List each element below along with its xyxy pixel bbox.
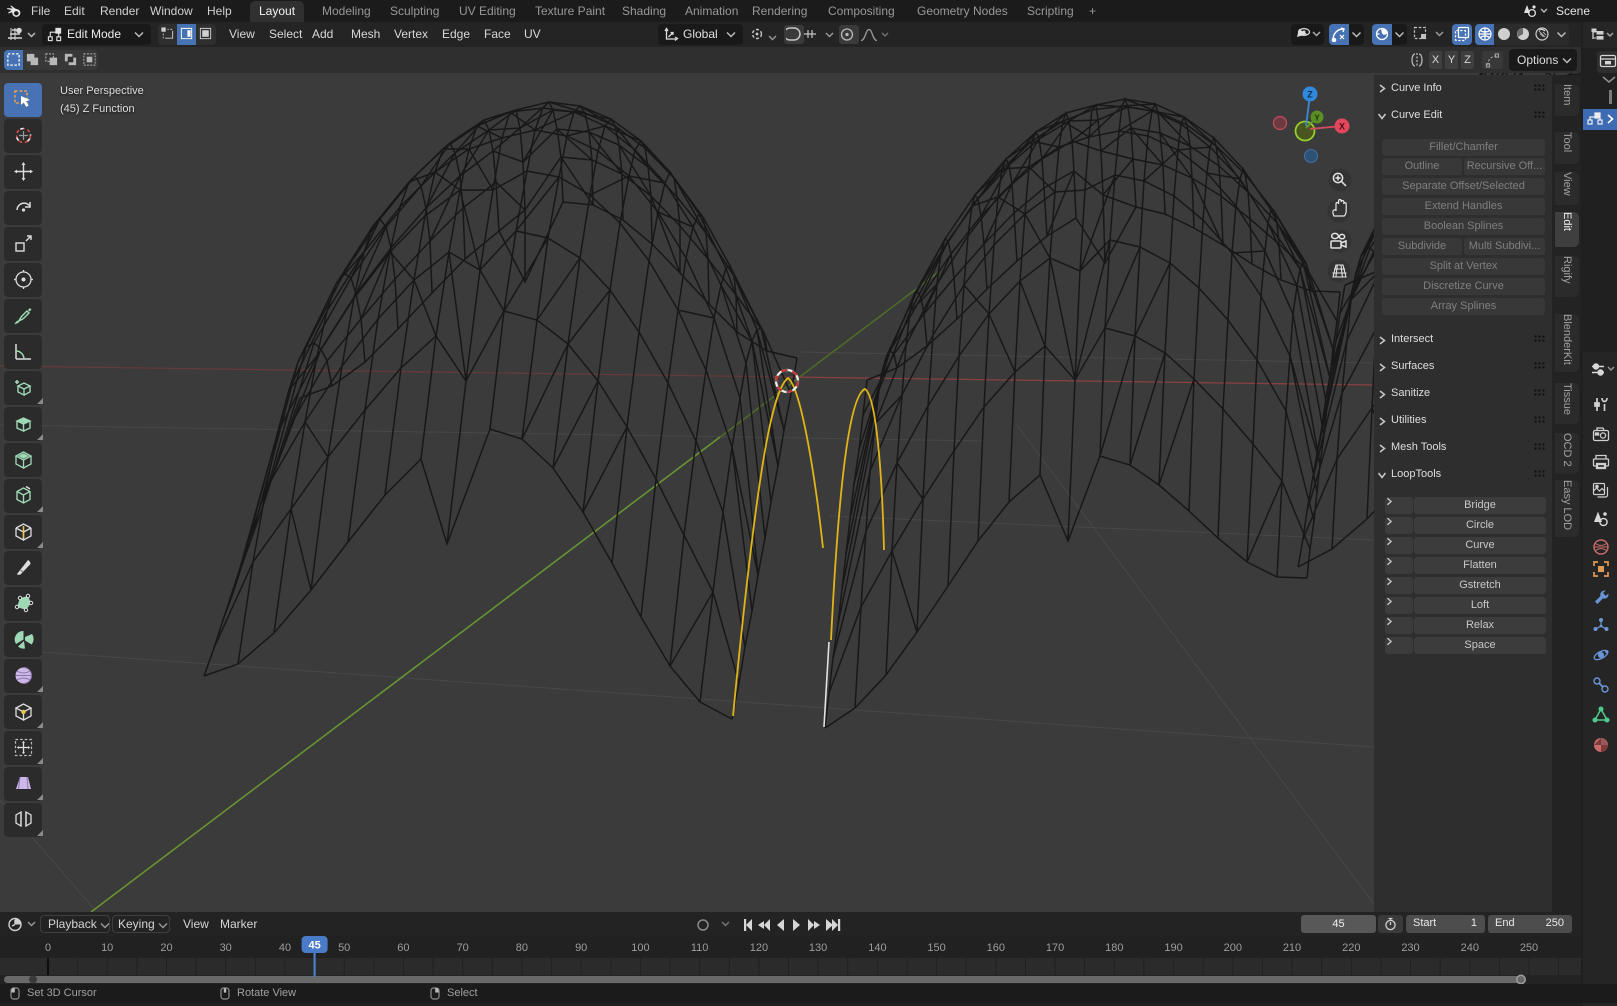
svg-text:230: 230 bbox=[1401, 942, 1419, 954]
svg-text:80: 80 bbox=[516, 942, 528, 954]
svg-text:Z: Z bbox=[1307, 90, 1313, 100]
svg-text:70: 70 bbox=[457, 942, 469, 954]
svg-text:180: 180 bbox=[1105, 942, 1123, 954]
svg-text:30: 30 bbox=[220, 942, 232, 954]
svg-text:X: X bbox=[1339, 122, 1345, 132]
svg-text:140: 140 bbox=[868, 942, 886, 954]
svg-text:210: 210 bbox=[1283, 942, 1301, 954]
svg-text:Y: Y bbox=[1314, 114, 1320, 123]
svg-text:120: 120 bbox=[750, 942, 768, 954]
svg-text:90: 90 bbox=[575, 942, 587, 954]
svg-text:40: 40 bbox=[279, 942, 291, 954]
svg-text:200: 200 bbox=[1224, 942, 1242, 954]
svg-text:190: 190 bbox=[1164, 942, 1182, 954]
svg-text:220: 220 bbox=[1342, 942, 1360, 954]
svg-text:100: 100 bbox=[631, 942, 649, 954]
svg-text:0: 0 bbox=[45, 942, 51, 954]
svg-text:170: 170 bbox=[1046, 942, 1064, 954]
svg-text:130: 130 bbox=[809, 942, 827, 954]
svg-text:60: 60 bbox=[397, 942, 409, 954]
svg-text:20: 20 bbox=[160, 942, 172, 954]
svg-text:10: 10 bbox=[101, 942, 113, 954]
svg-text:110: 110 bbox=[691, 942, 709, 954]
svg-text:240: 240 bbox=[1461, 942, 1479, 954]
svg-text:160: 160 bbox=[987, 942, 1005, 954]
svg-text:250: 250 bbox=[1520, 942, 1538, 954]
svg-text:150: 150 bbox=[927, 942, 945, 954]
svg-text:45: 45 bbox=[308, 940, 320, 952]
svg-text:50: 50 bbox=[338, 942, 350, 954]
